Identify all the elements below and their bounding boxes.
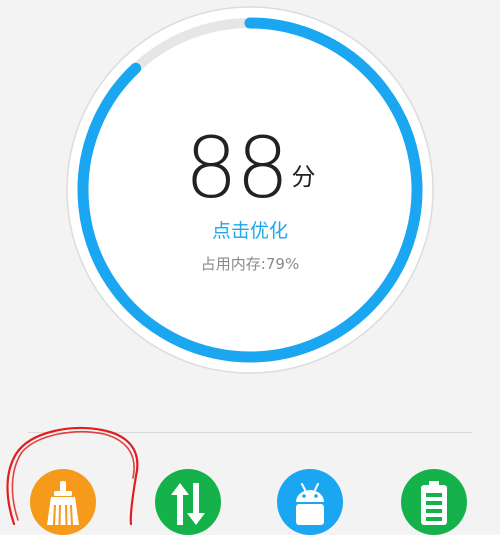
clean-button[interactable] (30, 469, 96, 535)
optimize-button[interactable]: 点击优化 (60, 216, 440, 243)
broom-icon (47, 481, 79, 525)
score-gauge[interactable]: 88 分 点击优化 占用内存:79% (60, 0, 440, 380)
apps-button[interactable] (277, 469, 343, 535)
traffic-button[interactable] (155, 469, 221, 535)
divider (28, 432, 472, 433)
score-display: 88 分 (60, 118, 440, 218)
score-value: 88 (184, 119, 290, 217)
battery-icon (421, 481, 447, 525)
memory-usage-label: 占用内存:79% (200, 255, 300, 273)
battery-button[interactable] (401, 469, 467, 535)
up-down-arrows-icon (171, 483, 205, 525)
android-icon (296, 483, 324, 525)
score-unit: 分 (291, 163, 316, 191)
